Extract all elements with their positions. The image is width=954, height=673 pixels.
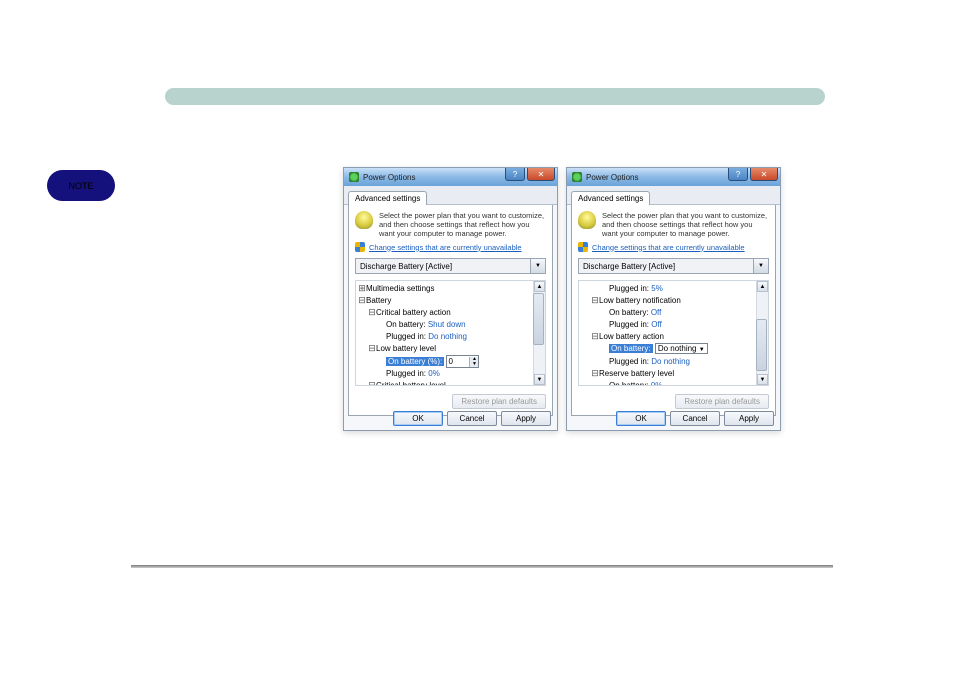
chevron-down-icon[interactable]: ▼ — [530, 259, 545, 273]
tab-advanced-settings[interactable]: Advanced settings — [571, 191, 650, 205]
uac-link-text: Change settings that are currently unava… — [592, 243, 745, 252]
dialog-footer: OK Cancel Apply — [393, 411, 551, 426]
tree-scrollbar[interactable]: ▲ ▼ — [533, 281, 545, 385]
low-battery-action-combo[interactable]: Do nothing ▼ — [655, 343, 708, 354]
tree-item[interactable]: Plugged in: 0% — [358, 368, 543, 380]
tree-item-low-notify[interactable]: ⊟Low battery notification — [581, 295, 766, 307]
close-button[interactable]: ✕ — [750, 168, 778, 181]
tree-scrollbar[interactable]: ▲ ▼ — [756, 281, 768, 385]
tree-item[interactable]: On battery: Off — [581, 307, 766, 319]
scroll-up-icon[interactable]: ▲ — [757, 281, 768, 292]
restore-plan-defaults-button: Restore plan defaults — [675, 394, 769, 409]
dialog-description: Select the power plan that you want to c… — [379, 211, 546, 238]
scroll-up-icon[interactable]: ▲ — [534, 281, 545, 292]
titlebar[interactable]: Power Options ? ✕ — [344, 168, 557, 186]
apply-button[interactable]: Apply — [724, 411, 774, 426]
shield-icon — [578, 242, 588, 252]
restore-plan-defaults-button: Restore plan defaults — [452, 394, 546, 409]
scroll-thumb[interactable] — [756, 319, 767, 371]
page-divider-line — [131, 565, 833, 568]
chevron-down-icon[interactable]: ▼ — [753, 259, 768, 273]
low-battery-level-input[interactable] — [447, 357, 469, 366]
tree-item[interactable]: Plugged in: 5% — [581, 283, 766, 295]
cancel-button[interactable]: Cancel — [447, 411, 497, 426]
section-divider-bar — [165, 88, 825, 105]
tree-item[interactable]: Plugged in: Off — [581, 319, 766, 331]
tree-item-low-action-on-battery[interactable]: On battery: Do nothing ▼ — [581, 343, 766, 356]
tab-body: Select the power plan that you want to c… — [571, 205, 776, 416]
tabstrip: Advanced settings — [567, 186, 780, 205]
ok-button[interactable]: OK — [393, 411, 443, 426]
close-button[interactable]: ✕ — [527, 168, 555, 181]
tree-item[interactable]: Plugged in: Do nothing — [581, 356, 766, 368]
tree-item[interactable]: On battery: Shut down — [358, 319, 543, 331]
tree-item[interactable]: Plugged in: Do nothing — [358, 331, 543, 343]
uac-change-settings-link[interactable]: Change settings that are currently unava… — [355, 242, 546, 252]
help-button[interactable]: ? — [728, 168, 748, 181]
tree-item-critical-action[interactable]: ⊟Critical battery action — [358, 307, 543, 319]
tree-item-low-level-on-battery[interactable]: On battery (%): ▲▼ — [358, 355, 543, 368]
power-plan-select[interactable]: Discharge Battery [Active] ▼ — [355, 258, 546, 274]
tab-advanced-settings[interactable]: Advanced settings — [348, 191, 427, 205]
shield-icon — [355, 242, 365, 252]
uac-link-text: Change settings that are currently unava… — [369, 243, 522, 252]
tree-item-multimedia[interactable]: ⊞Multimedia settings — [358, 283, 543, 295]
dialog-footer: OK Cancel Apply — [616, 411, 774, 426]
tab-body: Select the power plan that you want to c… — [348, 205, 553, 416]
power-options-dialog-left: Power Options ? ✕ Advanced settings Sele… — [343, 167, 558, 431]
ok-button[interactable]: OK — [616, 411, 666, 426]
plan-selected-label: Discharge Battery [Active] — [360, 262, 452, 271]
lightbulb-icon — [355, 211, 373, 229]
window-title: Power Options — [586, 173, 638, 182]
apply-button[interactable]: Apply — [501, 411, 551, 426]
window-title: Power Options — [363, 173, 415, 182]
tree-item-reserve-level[interactable]: ⊟Reserve battery level — [581, 368, 766, 380]
lightbulb-icon — [578, 211, 596, 229]
help-button[interactable]: ? — [505, 168, 525, 181]
dialog-description: Select the power plan that you want to c… — [602, 211, 769, 238]
power-options-dialog-right: Power Options ? ✕ Advanced settings Sele… — [566, 167, 781, 431]
uac-change-settings-link[interactable]: Change settings that are currently unava… — [578, 242, 769, 252]
cancel-button[interactable]: Cancel — [670, 411, 720, 426]
low-battery-level-spinner[interactable]: ▲▼ — [446, 355, 479, 368]
scroll-thumb[interactable] — [533, 293, 544, 345]
power-options-icon — [572, 172, 582, 182]
scroll-down-icon[interactable]: ▼ — [757, 374, 768, 385]
plan-selected-label: Discharge Battery [Active] — [583, 262, 675, 271]
scroll-down-icon[interactable]: ▼ — [534, 374, 545, 385]
spin-down-icon[interactable]: ▼ — [469, 362, 478, 367]
chevron-down-icon[interactable]: ▼ — [699, 347, 705, 353]
power-options-icon — [349, 172, 359, 182]
tree-item-critical-level[interactable]: ⊟Critical battery level — [358, 380, 543, 386]
tree-item-battery[interactable]: ⊟Battery — [358, 295, 543, 307]
titlebar[interactable]: Power Options ? ✕ — [567, 168, 780, 186]
tree-item-low-level[interactable]: ⊟Low battery level — [358, 343, 543, 355]
settings-tree[interactable]: Plugged in: 5% ⊟Low battery notification… — [578, 280, 769, 386]
tree-item[interactable]: On battery: 0% — [581, 380, 766, 386]
tree-item-low-action[interactable]: ⊟Low battery action — [581, 331, 766, 343]
power-plan-select[interactable]: Discharge Battery [Active] ▼ — [578, 258, 769, 274]
settings-tree[interactable]: ⊞Multimedia settings ⊟Battery ⊟Critical … — [355, 280, 546, 386]
tabstrip: Advanced settings — [344, 186, 557, 205]
note-badge: NOTE — [47, 170, 115, 201]
